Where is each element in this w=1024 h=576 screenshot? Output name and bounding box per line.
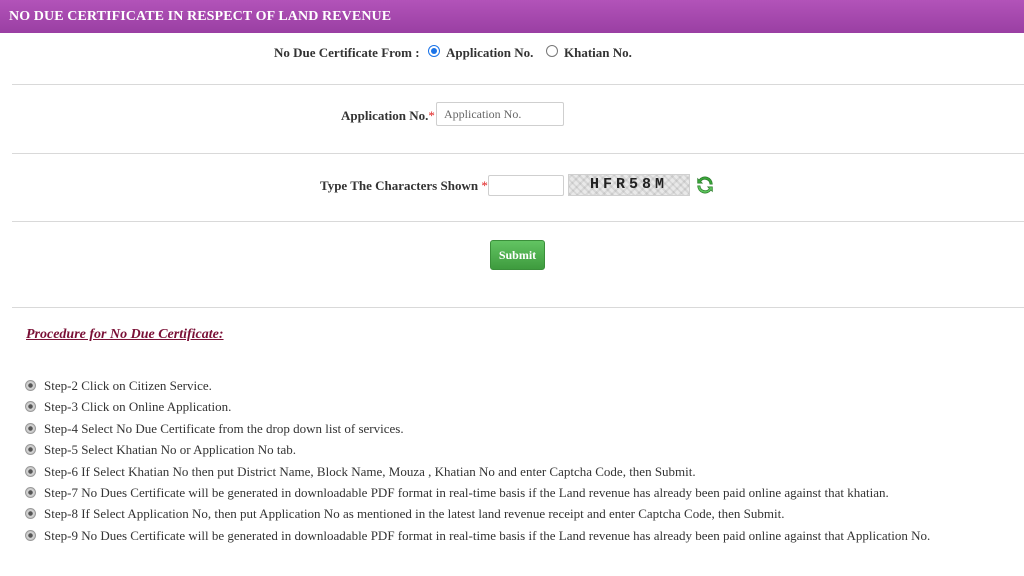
refresh-icon[interactable] bbox=[694, 174, 716, 196]
page-title: NO DUE CERTIFICATE IN RESPECT OF LAND RE… bbox=[9, 9, 392, 24]
list-item: Step-5 Select Khatian No or Application … bbox=[24, 441, 930, 462]
application-no-label: Application No.* bbox=[341, 108, 435, 123]
bullet-icon bbox=[25, 529, 36, 541]
radio-khatian-no[interactable] bbox=[546, 45, 558, 57]
bullet-icon bbox=[25, 486, 36, 498]
list-item: Step-6 If Select Khatian No then put Dis… bbox=[24, 463, 930, 484]
bullet-icon bbox=[25, 422, 36, 434]
bullet-icon bbox=[25, 508, 36, 520]
radio-application-no[interactable] bbox=[428, 45, 440, 57]
page-header: NO DUE CERTIFICATE IN RESPECT OF LAND RE… bbox=[0, 0, 1024, 33]
divider bbox=[12, 221, 1024, 222]
captcha-label: Type The Characters Shown * bbox=[320, 178, 488, 193]
divider bbox=[12, 307, 1024, 308]
certificate-from-label: No Due Certificate From : bbox=[274, 45, 420, 60]
captcha-input[interactable] bbox=[488, 175, 564, 196]
radio-khatian-no-label[interactable]: Khatian No. bbox=[564, 45, 632, 61]
bullet-icon bbox=[25, 444, 36, 456]
list-item: Step-9 No Dues Certificate will be gener… bbox=[24, 527, 930, 548]
procedure-title: Procedure for No Due Certificate: bbox=[26, 327, 224, 342]
radio-application-no-label[interactable]: Application No. bbox=[446, 45, 533, 61]
submit-row: Submit bbox=[0, 238, 1024, 272]
list-item: Step-8 If Select Application No, then pu… bbox=[24, 505, 930, 526]
divider bbox=[12, 84, 1024, 85]
list-item: Step-3 Click on Online Application. bbox=[24, 398, 930, 419]
required-marker: * bbox=[428, 108, 435, 123]
required-marker: * bbox=[481, 178, 488, 193]
application-no-row: Application No.* bbox=[0, 100, 1024, 130]
captcha-image: HFR58M bbox=[568, 174, 690, 196]
captcha-row: Type The Characters Shown * HFR58M bbox=[0, 170, 1024, 200]
bullet-icon bbox=[25, 465, 36, 477]
bullet-icon bbox=[25, 401, 36, 413]
list-item: Step-7 No Dues Certificate will be gener… bbox=[24, 484, 930, 505]
certificate-from-row: No Due Certificate From : Application No… bbox=[0, 40, 1024, 64]
bullet-icon bbox=[25, 380, 36, 391]
list-item: Step-2 Click on Citizen Service. bbox=[24, 377, 930, 398]
application-no-input[interactable] bbox=[436, 102, 564, 126]
procedure-steps: Step-2 Click on Citizen Service. Step-3 … bbox=[24, 377, 930, 548]
divider bbox=[12, 153, 1024, 154]
submit-button[interactable]: Submit bbox=[490, 240, 545, 270]
list-item: Step-4 Select No Due Certificate from th… bbox=[24, 420, 930, 441]
